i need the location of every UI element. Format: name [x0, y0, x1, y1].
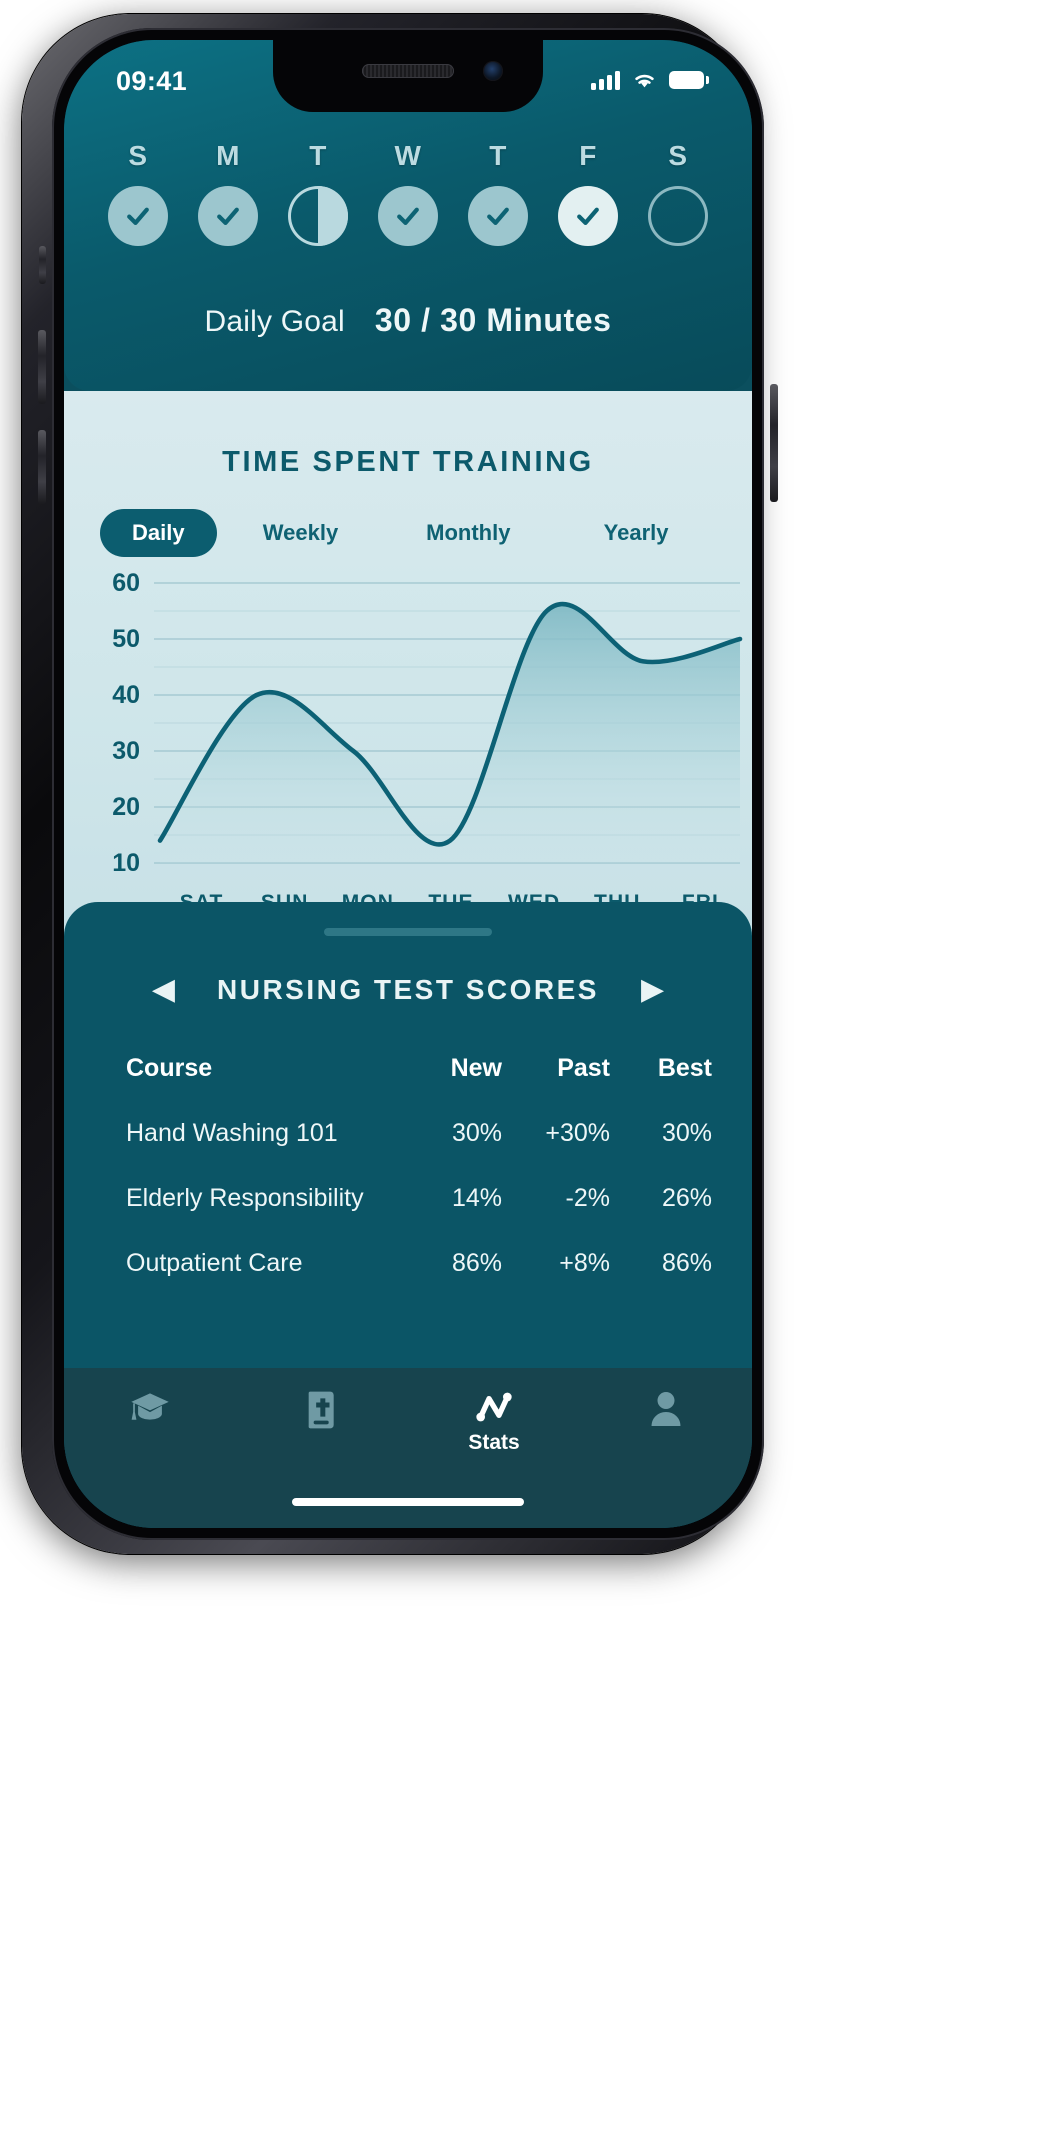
- chart-title: TIME SPENT TRAINING: [222, 446, 594, 478]
- day-status-monday[interactable]: [198, 186, 258, 246]
- chart-area-fill: [160, 604, 740, 863]
- check-icon: [577, 207, 599, 225]
- day-status-friday[interactable]: [558, 186, 618, 246]
- day-status-tuesday[interactable]: [288, 186, 348, 246]
- col-header-course: Course: [126, 1054, 213, 1082]
- cell-past: +8%: [559, 1249, 610, 1277]
- home-indicator[interactable]: [292, 1498, 524, 1506]
- day-letter: S: [128, 140, 148, 171]
- cellular-signal-icon: [591, 70, 620, 90]
- status-time: 09:41: [116, 66, 188, 96]
- phone-frame: S M T W T F S Daily Goal 30 / 30 Minutes…: [22, 14, 778, 1554]
- col-header-past: Past: [557, 1054, 610, 1082]
- cell-past: -2%: [565, 1184, 610, 1212]
- tab-learn[interactable]: [64, 1390, 236, 1424]
- svg-text:40: 40: [112, 681, 140, 709]
- time-spent-area-chart: 60 50 40 30 20 10: [112, 571, 743, 877]
- tab-monthly[interactable]: Monthly: [384, 509, 552, 557]
- day-status-saturday[interactable]: [648, 186, 708, 246]
- cell-best: 30%: [661, 1119, 712, 1147]
- day-column-thursday[interactable]: T: [464, 140, 532, 246]
- cell-past: +30%: [545, 1119, 610, 1147]
- svg-text:30: 30: [112, 737, 140, 765]
- volume-up-button[interactable]: [38, 330, 46, 404]
- day-letter: T: [309, 140, 327, 171]
- cell-best: 86%: [661, 1249, 712, 1277]
- day-letter: F: [579, 140, 597, 171]
- power-button[interactable]: [770, 384, 778, 502]
- table-body: Hand Washing 101 30% +30% 30% Elderly Re…: [126, 1119, 712, 1278]
- svg-text:60: 60: [112, 571, 140, 597]
- day-letter: T: [489, 140, 507, 171]
- daily-goal-value: 30 / 30 Minutes: [374, 302, 612, 338]
- training-chart-panel: TIME SPENT TRAINING Daily Weekly Monthly…: [64, 391, 752, 966]
- svg-text:10: 10: [112, 849, 140, 877]
- cell-best: 26%: [661, 1184, 712, 1212]
- previous-arrow-icon[interactable]: ◀: [152, 975, 175, 1005]
- day-letter: M: [216, 140, 240, 171]
- day-status-sunday[interactable]: [108, 186, 168, 246]
- status-bar: 09:41: [64, 40, 752, 118]
- range-tab-group: Daily Weekly Monthly Yearly: [96, 509, 720, 557]
- tab-stats-label: Stats: [468, 1431, 520, 1454]
- day-column-sunday[interactable]: S: [104, 140, 172, 246]
- day-status-wednesday[interactable]: [378, 186, 438, 246]
- chart-y-axis-labels: 60 50 40 30 20 10: [112, 571, 140, 877]
- svg-text:20: 20: [112, 793, 140, 821]
- col-header-best: Best: [657, 1054, 712, 1082]
- status-indicators: [591, 70, 709, 90]
- check-icon: [217, 207, 239, 225]
- person-icon: [651, 1392, 681, 1426]
- check-icon: [397, 207, 419, 225]
- daily-goal-row: Daily Goal 30 / 30 Minutes: [64, 302, 752, 339]
- day-column-tuesday[interactable]: T: [284, 140, 352, 246]
- cell-new: 86%: [451, 1249, 502, 1277]
- cell-new: 14%: [451, 1184, 502, 1212]
- medical-book-icon: [308, 1391, 334, 1429]
- table-row[interactable]: Hand Washing 101 30% +30% 30%: [126, 1119, 712, 1148]
- col-header-new: New: [450, 1054, 502, 1082]
- graduation-cap-icon: [131, 1393, 169, 1420]
- table-row[interactable]: Elderly Responsibility 14% -2% 26%: [126, 1184, 712, 1213]
- phone-screen: S M T W T F S Daily Goal 30 / 30 Minutes…: [64, 40, 752, 1528]
- cell-course: Outpatient Care: [126, 1249, 303, 1277]
- cell-new: 30%: [451, 1119, 502, 1147]
- tab-daily[interactable]: Daily: [100, 509, 217, 557]
- check-icon: [127, 207, 149, 225]
- table-row[interactable]: Outpatient Care 86% +8% 86%: [126, 1249, 712, 1278]
- day-letter: S: [668, 140, 688, 171]
- table-header-row: Course New Past Best: [126, 1054, 712, 1083]
- stats-chart-icon: [476, 1392, 512, 1422]
- tab-profile[interactable]: [580, 1390, 752, 1428]
- day-column-saturday[interactable]: S: [644, 140, 712, 246]
- day-column-monday[interactable]: M: [194, 140, 262, 246]
- tab-yearly[interactable]: Yearly: [552, 509, 720, 557]
- scores-header: ◀ NURSING TEST SCORES ▶: [64, 974, 752, 1006]
- sheet-drag-handle[interactable]: [324, 928, 492, 936]
- cell-course: Elderly Responsibility: [126, 1184, 364, 1212]
- svg-text:50: 50: [112, 625, 140, 653]
- daily-goal-label: Daily Goal: [204, 305, 345, 338]
- scores-title: NURSING TEST SCORES: [217, 974, 599, 1005]
- tab-weekly[interactable]: Weekly: [217, 509, 385, 557]
- wifi-icon: [635, 74, 654, 88]
- week-strip: S M T W T F S: [104, 140, 712, 246]
- day-column-friday[interactable]: F: [554, 140, 622, 246]
- screenshot-stage: S M T W T F S Daily Goal 30 / 30 Minutes…: [0, 0, 1052, 2134]
- check-icon: [487, 207, 509, 225]
- day-letter: W: [394, 140, 422, 171]
- tab-library[interactable]: [236, 1390, 408, 1430]
- scores-table: Course New Past Best Hand Washing 101 30…: [126, 1054, 712, 1278]
- day-column-wednesday[interactable]: W: [374, 140, 442, 246]
- battery-icon: [669, 71, 709, 89]
- silent-switch[interactable]: [39, 246, 46, 284]
- next-arrow-icon[interactable]: ▶: [641, 975, 664, 1005]
- cell-course: Hand Washing 101: [126, 1119, 338, 1147]
- day-status-thursday[interactable]: [468, 186, 528, 246]
- volume-down-button[interactable]: [38, 430, 46, 504]
- tab-stats[interactable]: Stats: [408, 1390, 580, 1455]
- chart-plot-area: 60 50 40 30 20 10: [64, 571, 752, 891]
